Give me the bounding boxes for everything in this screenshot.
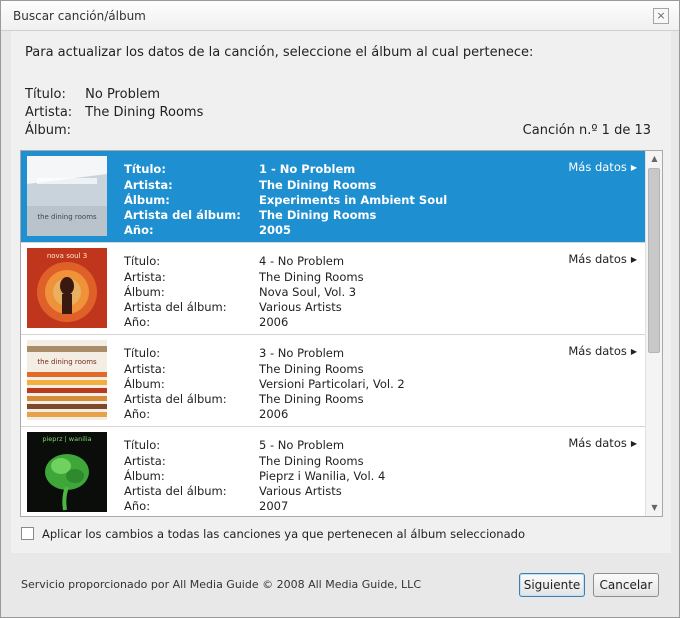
album-cover: the dining rooms — [27, 340, 107, 420]
apply-all-row[interactable]: Aplicar los cambios a todas las cancione… — [21, 527, 525, 541]
scroll-up-button[interactable]: ▲ — [647, 151, 662, 167]
cover-text: the dining rooms — [37, 213, 97, 221]
footer-credit: Servicio proporcionado por All Media Gui… — [21, 578, 421, 591]
title-label: Título: — [124, 254, 161, 268]
arrow-up-icon: ▲ — [651, 154, 658, 163]
album-label: Álbum: — [124, 469, 165, 483]
result-row[interactable]: the dining rooms Título: 3 - No Problem … — [21, 335, 645, 427]
artist-value: The Dining Rooms — [259, 270, 364, 284]
title-value: 4 - No Problem — [259, 254, 345, 268]
title-label: Título: — [124, 346, 161, 360]
artist-value: The Dining Rooms — [259, 178, 377, 192]
song-counter: Canción n.º 1 de 13 — [522, 123, 651, 138]
album-artist-value: Various Artists — [259, 300, 342, 314]
more-data-label: Más datos — [568, 252, 627, 266]
result-row[interactable]: nova soul 3 Título: 4 - No Problem Artis… — [21, 243, 645, 335]
cover-text: pieprz | wanilia — [42, 435, 91, 443]
triangle-right-icon: ▶ — [630, 439, 637, 448]
arrow-down-icon: ▼ — [651, 503, 658, 512]
artist-label: Artista: — [124, 178, 173, 192]
more-data-link[interactable]: Más datos ▶ — [568, 436, 637, 450]
album-artist-label: Artista del álbum: — [124, 208, 241, 222]
album-value: Versioni Particolari, Vol. 2 — [259, 377, 405, 391]
title-value: 1 - No Problem — [259, 162, 356, 176]
cover-text: nova soul 3 — [47, 252, 87, 260]
cancel-button[interactable]: Cancelar — [593, 573, 659, 597]
album-label: Álbum: — [124, 193, 170, 207]
song-title-label: Título: — [25, 87, 66, 102]
year-label: Año: — [124, 407, 151, 421]
song-album-label: Álbum: — [25, 123, 72, 138]
close-icon: × — [656, 9, 666, 22]
album-artist-label: Artista del álbum: — [124, 392, 227, 406]
album-artist-label: Artista del álbum: — [124, 300, 227, 314]
find-album-dialog: Buscar canción/álbum × Para actualizar l… — [0, 0, 680, 618]
scrollbar-thumb[interactable] — [648, 168, 660, 353]
album-artist-value: The Dining Rooms — [259, 208, 377, 222]
album-cover: nova soul 3 — [27, 248, 107, 328]
year-label: Año: — [124, 499, 151, 513]
album-label: Álbum: — [124, 285, 165, 299]
song-title-row: Título: No Problem — [25, 87, 160, 102]
result-row[interactable]: pieprz | wanilia Título: 5 - No Problem … — [21, 427, 645, 516]
artist-label: Artista: — [124, 454, 166, 468]
more-data-label: Más datos — [568, 344, 627, 358]
artist-label: Artista: — [124, 362, 166, 376]
title-value: 5 - No Problem — [259, 438, 345, 452]
year-value: 2007 — [259, 499, 289, 513]
album-cover: pieprz | wanilia — [27, 432, 107, 512]
album-label: Álbum: — [124, 377, 165, 391]
triangle-right-icon: ▶ — [630, 163, 637, 172]
more-data-link[interactable]: Más datos ▶ — [568, 252, 637, 266]
album-value: Experiments in Ambient Soul — [259, 193, 448, 207]
triangle-right-icon: ▶ — [630, 255, 637, 264]
album-value: Nova Soul, Vol. 3 — [259, 285, 357, 299]
cover-text: the dining rooms — [37, 358, 97, 366]
list-scrollbar[interactable]: ▲ ▼ — [645, 151, 662, 516]
main-panel: Para actualizar los datos de la canción,… — [11, 31, 671, 553]
year-label: Año: — [124, 315, 151, 329]
title-value: 3 - No Problem — [259, 346, 345, 360]
album-cover: the dining rooms — [27, 156, 107, 236]
artist-label: Artista: — [124, 270, 166, 284]
song-artist-label: Artista: — [25, 105, 73, 120]
more-data-label: Más datos — [568, 160, 627, 174]
apply-all-label: Aplicar los cambios a todas las cancione… — [42, 527, 525, 541]
album-artist-value: The Dining Rooms — [259, 392, 364, 406]
next-button[interactable]: Siguiente — [519, 573, 585, 597]
album-artist-label: Artista del álbum: — [124, 484, 227, 498]
artist-value: The Dining Rooms — [259, 362, 364, 376]
apply-all-checkbox[interactable] — [21, 527, 34, 540]
more-data-label: Más datos — [568, 436, 627, 450]
more-data-link[interactable]: Más datos ▶ — [568, 160, 637, 174]
year-label: Año: — [124, 223, 154, 237]
song-album-row: Álbum: — [25, 123, 81, 138]
scroll-down-button[interactable]: ▼ — [647, 500, 662, 516]
song-artist-value: The Dining Rooms — [85, 105, 204, 120]
more-data-link[interactable]: Más datos ▶ — [568, 344, 637, 358]
album-value: Pieprz i Wanilia, Vol. 4 — [259, 469, 386, 483]
year-value: 2005 — [259, 223, 292, 237]
triangle-right-icon: ▶ — [630, 347, 637, 356]
album-results-list[interactable]: the dining rooms Título: 1 - No Problem … — [20, 150, 663, 517]
artist-value: The Dining Rooms — [259, 454, 364, 468]
title-label: Título: — [124, 438, 161, 452]
close-button[interactable]: × — [653, 8, 669, 24]
year-value: 2006 — [259, 407, 289, 421]
song-title-value: No Problem — [85, 87, 161, 102]
window-title: Buscar canción/álbum — [13, 9, 146, 23]
song-artist-row: Artista: The Dining Rooms — [25, 105, 203, 120]
instruction-text: Para actualizar los datos de la canción,… — [25, 45, 534, 60]
result-row[interactable]: the dining rooms Título: 1 - No Problem … — [21, 151, 645, 243]
album-artist-value: Various Artists — [259, 484, 342, 498]
title-label: Título: — [124, 162, 166, 176]
title-bar: Buscar canción/álbum × — [1, 1, 679, 31]
year-value: 2006 — [259, 315, 289, 329]
